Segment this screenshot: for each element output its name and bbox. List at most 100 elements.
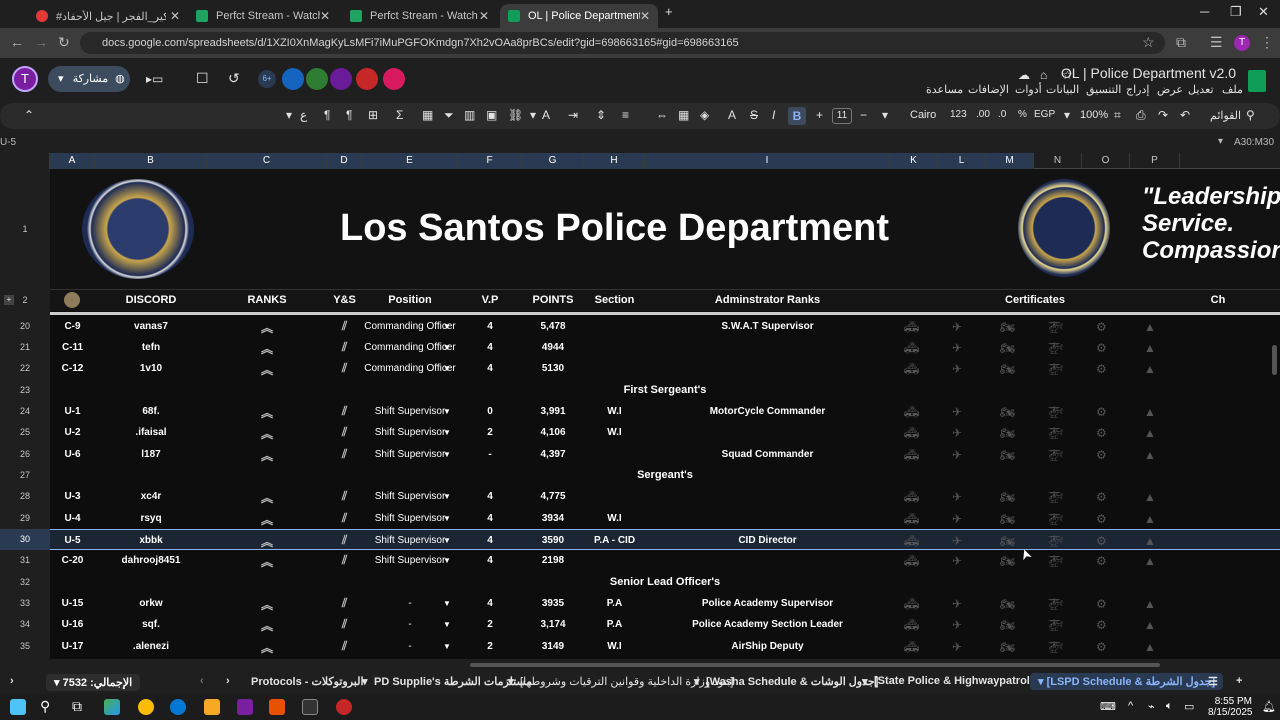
section-cell[interactable]: W.I: [584, 513, 645, 524]
back-icon[interactable]: ←: [10, 34, 24, 50]
task-view-icon[interactable]: ⧉: [72, 698, 82, 715]
row-number[interactable]: 1: [0, 224, 50, 234]
discord-cell[interactable]: rsyq: [95, 513, 207, 524]
increase-decimal-button[interactable]: .00: [976, 109, 990, 120]
ltr-icon[interactable]: ¶: [346, 108, 352, 122]
callsign-cell[interactable]: U-4: [50, 513, 95, 524]
sum-icon[interactable]: Σ: [396, 108, 403, 122]
reload-icon[interactable]: ↻: [58, 34, 70, 51]
dropdown-icon[interactable]: ▾: [530, 108, 536, 122]
callsign-cell[interactable]: C-12: [50, 363, 95, 374]
redo-icon[interactable]: ↷: [1158, 108, 1168, 122]
font-chevron-icon[interactable]: ▾: [882, 108, 888, 122]
sheet-tab-protocols[interactable]: Protocols - البروتوكلات: [251, 675, 364, 688]
column-header-m[interactable]: M: [986, 153, 1034, 169]
admin-rank-cell[interactable]: Squad Commander: [645, 449, 890, 460]
row-number[interactable]: 21: [0, 342, 50, 352]
admin-rank-cell[interactable]: CID Director: [645, 535, 890, 546]
vp-cell[interactable]: 4: [458, 342, 522, 353]
callsign-cell[interactable]: U-17: [50, 641, 95, 652]
vp-cell[interactable]: 4: [458, 513, 522, 524]
strikethrough-button[interactable]: S: [750, 108, 758, 122]
section-heading[interactable]: Sergeant's: [50, 465, 1280, 486]
search-icon[interactable]: ⚲: [1246, 108, 1255, 122]
tabs-nav-icon[interactable]: ›: [10, 675, 14, 687]
sheet-grid[interactable]: 1 2 + Los Santos Police Department "Lead…: [0, 169, 1280, 659]
column-header-c[interactable]: C: [207, 153, 327, 169]
comment-add-icon[interactable]: ▣: [486, 108, 497, 122]
browser-tab-3[interactable]: Perfct Stream - Watch Live ✕: [342, 4, 497, 28]
discord-cell[interactable]: tefn: [95, 342, 207, 353]
bold-button[interactable]: B: [788, 107, 806, 125]
menu-help[interactable]: مساعدة: [926, 83, 963, 96]
rotate-text-icon[interactable]: A: [542, 108, 550, 122]
table-row[interactable]: U-16 sqf. ︽ ⫽ - ▼ 2 3,174 P.A Police Academy Sect…: [50, 614, 1280, 635]
column-header-i[interactable]: I: [645, 153, 890, 169]
dropdown-arrow-icon[interactable]: ▼: [442, 450, 452, 459]
text-color-button[interactable]: A: [728, 108, 736, 122]
taskbar-search-icon[interactable]: ⚲: [40, 698, 50, 715]
row-number[interactable]: 33: [0, 598, 50, 608]
wrap-icon[interactable]: ⇥: [568, 108, 578, 122]
discord-cell[interactable]: .ifaisal: [95, 427, 207, 438]
menu-file[interactable]: ملف: [1222, 83, 1243, 96]
points-cell[interactable]: 4,106: [522, 427, 584, 438]
borders-icon[interactable]: ▦: [678, 108, 689, 122]
decrease-decimal-button[interactable]: .0: [998, 109, 1006, 120]
currency-button[interactable]: EGP: [1034, 109, 1055, 120]
network-icon[interactable]: ⌁: [1148, 700, 1155, 713]
points-cell[interactable]: 3590: [522, 535, 584, 546]
vp-cell[interactable]: 2: [458, 427, 522, 438]
vp-cell[interactable]: 2: [458, 641, 522, 652]
tab-chevron-icon[interactable]: ▾: [508, 675, 514, 688]
discord-cell[interactable]: l187: [95, 449, 207, 460]
file-explorer-icon[interactable]: [204, 699, 220, 715]
section-cell[interactable]: P.A - CID: [584, 535, 645, 546]
column-header-o[interactable]: O: [1082, 153, 1130, 169]
doc-title[interactable]: OL | Police Department v2.0: [1061, 65, 1236, 81]
edge-icon[interactable]: [170, 699, 186, 715]
copilot-icon[interactable]: [104, 699, 120, 715]
collaborator-avatar[interactable]: [330, 68, 352, 90]
points-cell[interactable]: 3,174: [522, 619, 584, 630]
column-header-b[interactable]: B: [95, 153, 207, 169]
row-number[interactable]: 35: [0, 641, 50, 651]
row-number[interactable]: 30: [0, 529, 50, 550]
table-row[interactable]: U-17 .alenezi ︽ ⫽ - ▼ 2 3149 W.I AirShip Deputy 🚓︎…: [50, 636, 1280, 657]
dropdown-arrow-icon[interactable]: ▼: [442, 343, 452, 352]
discord-cell[interactable]: sqf.: [95, 619, 207, 630]
extensions-icon[interactable]: ⧉: [1176, 34, 1186, 51]
table-row[interactable]: C-20 dahrooj8451 ︽ ⫽ Shift Supervisor ▼ 4 2198 🚓…: [50, 550, 1280, 571]
close-tab-icon[interactable]: ✕: [170, 9, 180, 23]
discord-cell[interactable]: 1v10: [95, 363, 207, 374]
admin-rank-cell[interactable]: S.W.A.T Supervisor: [645, 321, 890, 332]
row-number[interactable]: 27: [0, 470, 50, 480]
close-tab-icon[interactable]: ✕: [640, 9, 650, 23]
select-all-corner[interactable]: [0, 153, 50, 169]
column-header-k[interactable]: K: [890, 153, 938, 169]
battery-icon[interactable]: ▭: [1184, 700, 1194, 713]
column-header-n[interactable]: N: [1034, 153, 1082, 169]
menu-extensions[interactable]: الإضافات: [968, 83, 1009, 96]
section-heading[interactable]: Senior Lead Officer's: [50, 572, 1280, 593]
bookmark-star-icon[interactable]: ☆: [1142, 34, 1155, 51]
close-tab-icon[interactable]: ✕: [320, 9, 330, 23]
rtl-icon[interactable]: ¶: [324, 108, 330, 122]
comments-icon[interactable]: ☐: [196, 70, 209, 87]
volume-icon[interactable]: 🔈︎: [1166, 700, 1173, 713]
discord-cell[interactable]: .alenezi: [95, 641, 207, 652]
chrome-icon[interactable]: [138, 699, 154, 715]
scroll-tabs-right-icon[interactable]: ›: [226, 675, 230, 687]
discord-cell[interactable]: orkw: [95, 598, 207, 609]
callsign-cell[interactable]: U-16: [50, 619, 95, 630]
keyboard-icon[interactable]: ⌨: [1100, 700, 1116, 713]
points-cell[interactable]: 5,478: [522, 321, 584, 332]
collaborator-avatar[interactable]: [356, 68, 378, 90]
vp-cell[interactable]: 2: [458, 619, 522, 630]
more-chevron-icon[interactable]: ▾: [286, 108, 292, 122]
row-number[interactable]: 20: [0, 321, 50, 331]
url-field[interactable]: docs.google.com/spreadsheets/d/1XZI0XnMa…: [80, 32, 1165, 54]
name-box[interactable]: A30:M30: [1234, 137, 1274, 148]
filter-icon[interactable]: ⏷: [444, 108, 454, 123]
callsign-cell[interactable]: C-9: [50, 321, 95, 332]
